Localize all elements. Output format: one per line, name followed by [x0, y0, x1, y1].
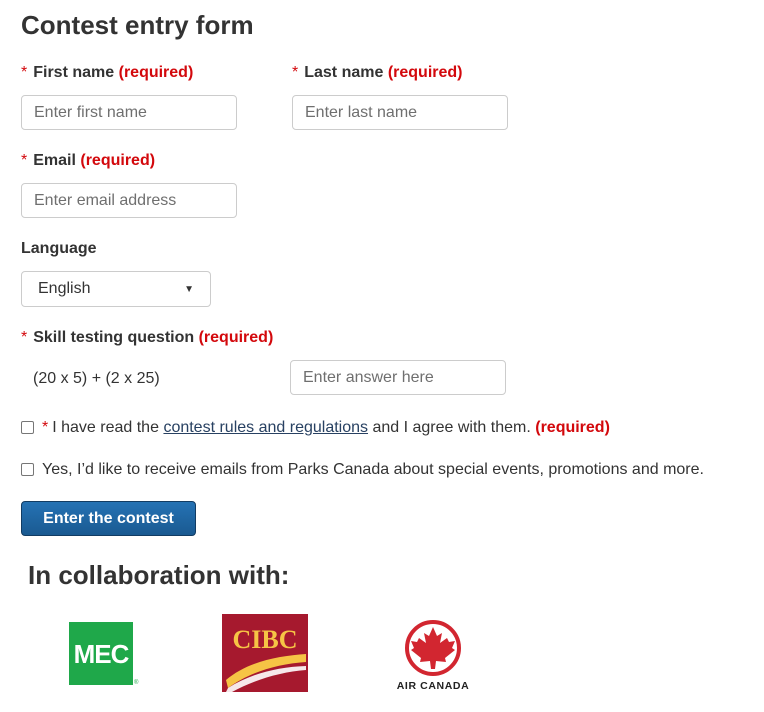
required-mark: *	[21, 152, 28, 169]
emails-checkbox[interactable]	[21, 463, 34, 476]
collaboration-heading: In collaboration with:	[28, 560, 290, 590]
air-canada-logo: AIR CANADA	[389, 619, 479, 693]
rules-checkbox-label: * I have read the contest rules and regul…	[42, 419, 610, 436]
language-select[interactable]: English ▼	[21, 271, 211, 307]
contest-rules-link[interactable]: contest rules and regulations	[163, 419, 368, 436]
cibc-logo: CIBC	[222, 614, 308, 692]
caret-down-icon: ▼	[184, 283, 194, 295]
enter-contest-button[interactable]: Enter the contest	[21, 501, 196, 536]
air-canada-wordmark: AIR CANADA	[397, 680, 470, 692]
email-label: * Email (required)	[21, 152, 156, 169]
skill-question-label: * Skill testing question (required)	[21, 329, 274, 346]
first-name-input[interactable]	[21, 95, 237, 130]
language-selected: English	[38, 280, 91, 297]
rules-checkbox[interactable]	[21, 421, 34, 434]
skill-answer-input[interactable]	[290, 360, 506, 395]
last-name-input[interactable]	[292, 95, 508, 130]
registered-mark-icon: ®	[134, 680, 139, 686]
last-name-label: * Last name (required)	[292, 64, 463, 81]
language-label: Language	[21, 240, 97, 257]
svg-text:CIBC: CIBC	[232, 625, 297, 654]
email-input[interactable]	[21, 183, 237, 218]
required-mark: *	[292, 64, 299, 81]
required-mark: *	[42, 419, 49, 436]
emails-checkbox-label: Yes, I’d like to receive emails from Par…	[42, 461, 704, 478]
required-mark: *	[21, 329, 28, 346]
first-name-label: * First name (required)	[21, 64, 194, 81]
svg-text:MEC: MEC	[74, 639, 130, 669]
page-title: Contest entry form	[21, 10, 254, 40]
mec-logo: MEC	[69, 622, 133, 685]
skill-question-text: (20 x 5) + (2 x 25)	[33, 370, 160, 387]
required-mark: *	[21, 64, 28, 81]
